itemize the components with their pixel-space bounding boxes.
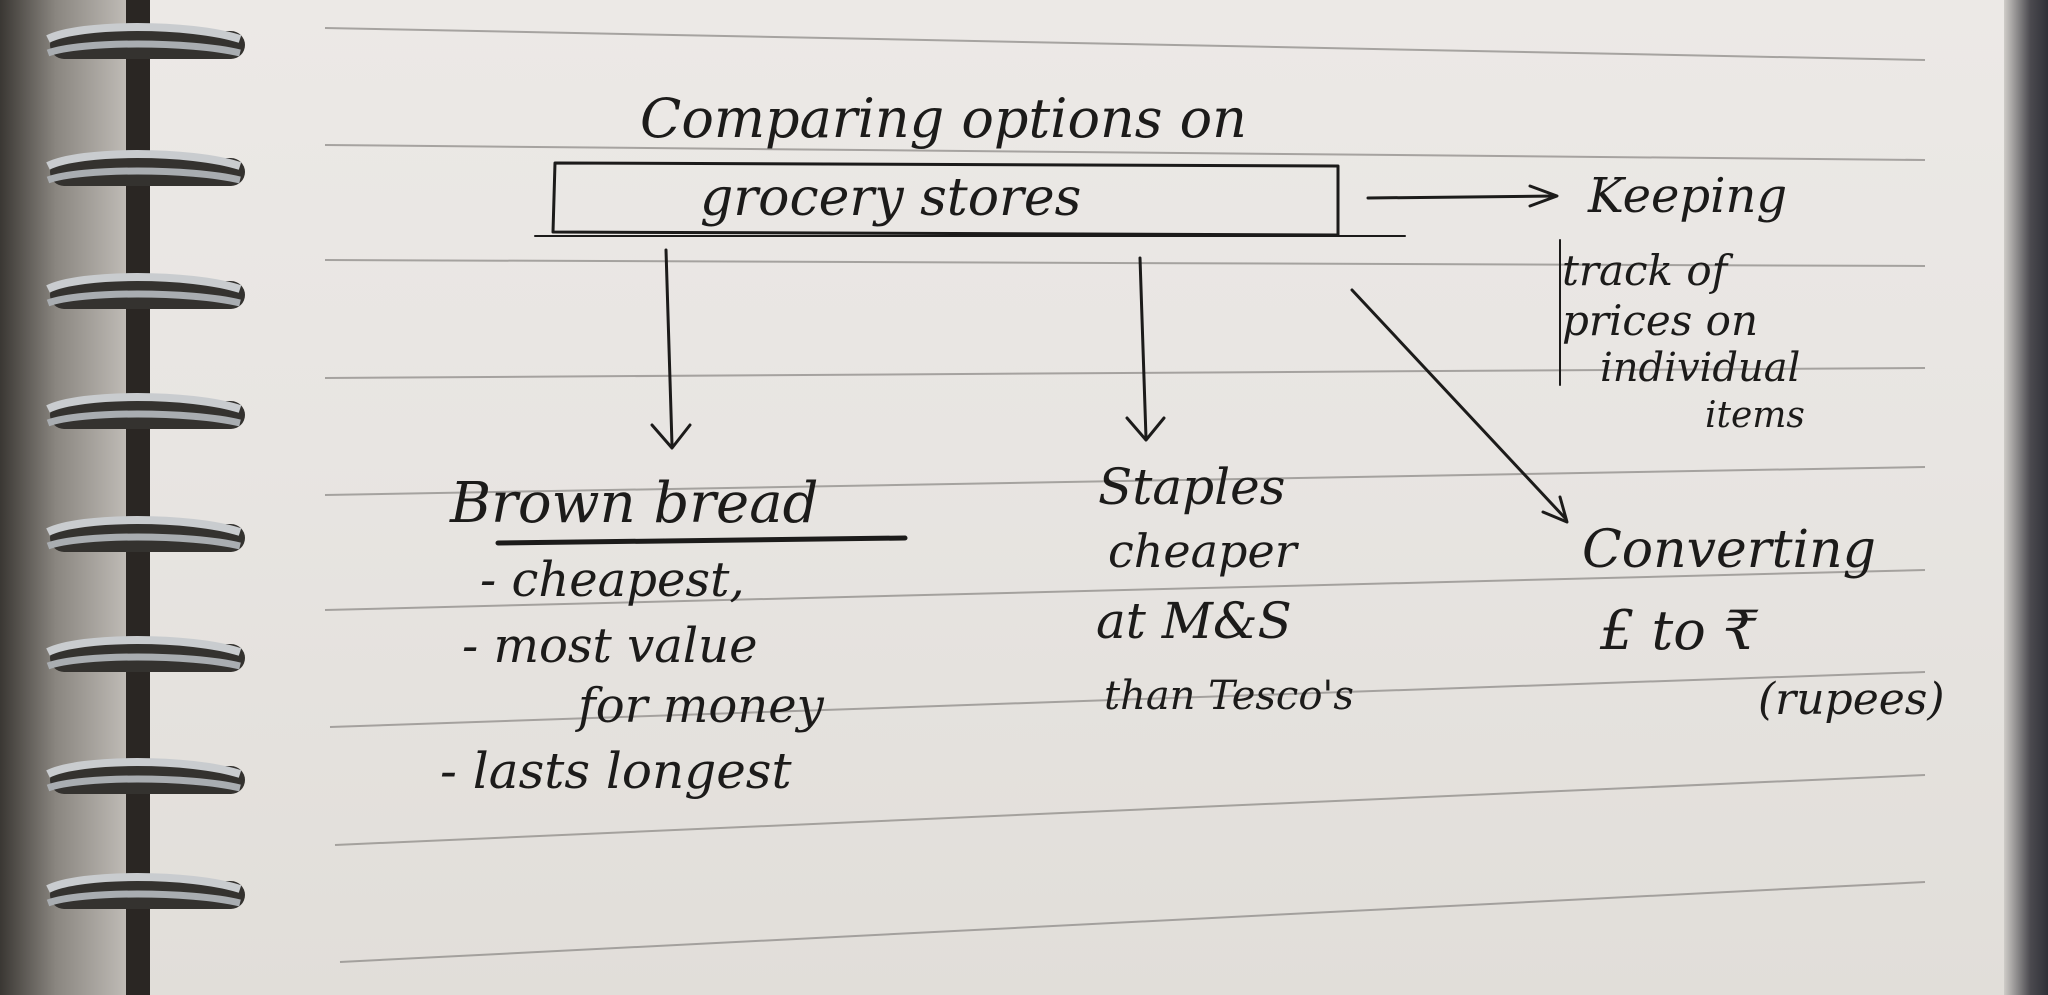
- spiral-ring: [46, 23, 245, 59]
- middle-note-line-1: Staples: [1098, 458, 1286, 516]
- right-note-line-2: track of: [1562, 246, 1728, 295]
- title-box-text: grocery stores: [700, 168, 1082, 228]
- right-note-line-5: items: [1705, 395, 1805, 436]
- right-note-line-3: prices on: [1562, 296, 1759, 345]
- left-note-heading: Brown bread: [450, 471, 819, 536]
- brown-bread-underline: [495, 535, 908, 546]
- far-note-line-1: Converting: [1582, 520, 1876, 580]
- title-line-1: Comparing options on: [640, 87, 1247, 150]
- right-note-line-4: individual: [1600, 345, 1801, 391]
- middle-note-line-4: than Tesco's: [1104, 673, 1354, 719]
- spiral-ring: [46, 150, 245, 186]
- notebook-photo: Comparing options on grocery stores Keep…: [0, 0, 2048, 995]
- left-note-item-2: - most value: [462, 618, 758, 674]
- ruled-line: [339, 881, 1926, 963]
- spiral-ring: [46, 636, 245, 672]
- spiral-ring: [46, 758, 245, 794]
- far-note-line-2: £ to ₹: [1600, 599, 1758, 662]
- spiral-rings: [46, 23, 245, 909]
- far-note-line-3: (rupees): [1758, 674, 1945, 725]
- arrow-right-shaft: [1366, 194, 1557, 200]
- ruled-line: [324, 27, 1926, 61]
- right-note-line-1: Keeping: [1588, 168, 1788, 224]
- left-note-item-3: - lasts longest: [440, 742, 792, 800]
- left-note-item-1: - cheapest,: [480, 552, 745, 608]
- arrow-diagonal-shaft: [1350, 288, 1567, 520]
- middle-note-line-2: cheaper: [1108, 524, 1297, 578]
- spiral-ring: [46, 393, 245, 429]
- spiral-ring: [46, 516, 245, 552]
- arrow-middle-shaft: [1138, 256, 1148, 440]
- spiral-ring: [46, 873, 245, 909]
- arrow-left-shaft: [664, 248, 674, 447]
- spiral-ring: [46, 273, 245, 309]
- left-note-item-2-cont: for money: [578, 678, 824, 734]
- middle-note-line-3: at M&S: [1096, 592, 1292, 650]
